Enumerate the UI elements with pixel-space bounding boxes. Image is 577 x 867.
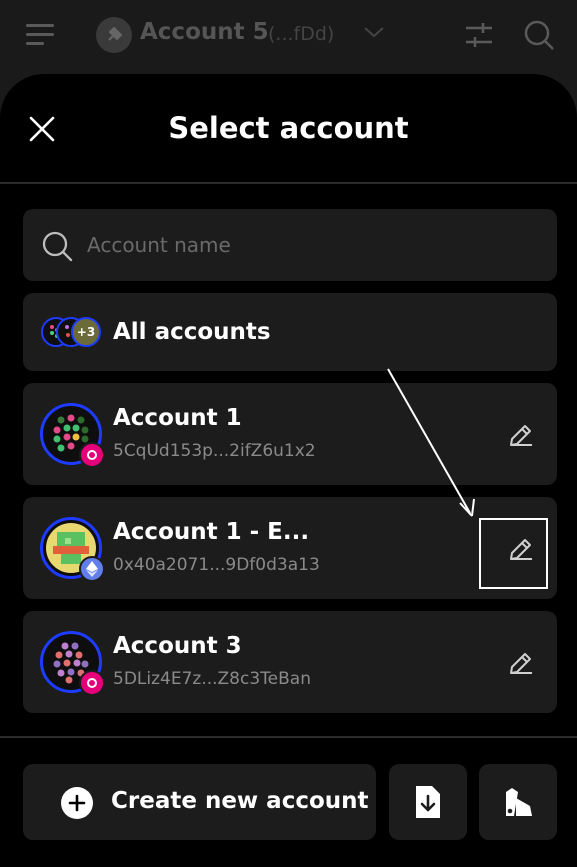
search-icon: [42, 231, 74, 267]
account-avatar: [40, 403, 105, 468]
plug-icon[interactable]: [96, 17, 132, 53]
search-icon[interactable]: [522, 18, 556, 56]
account-name: Account 1: [113, 405, 242, 431]
file-import-icon: [412, 784, 444, 824]
sheet-title: Select account: [168, 111, 409, 145]
account-row[interactable]: Account 1 - E... 0x40a2071...9Df0d3a13: [23, 497, 557, 599]
account-avatar: [40, 631, 105, 696]
polkadot-icon: [79, 442, 105, 468]
header-account-address: (...fDd): [268, 23, 335, 45]
stacked-avatars: +3: [41, 317, 103, 347]
pencil-icon[interactable]: [507, 421, 535, 449]
sliders-icon[interactable]: [464, 20, 494, 54]
header-divider: [0, 182, 577, 184]
create-account-button[interactable]: Create new account: [23, 764, 376, 840]
polkadot-icon: [79, 670, 105, 696]
account-row[interactable]: Account 1 5CqUd153p...2ifZ6u1x2: [23, 383, 557, 485]
account-search-field[interactable]: [23, 209, 557, 281]
account-address: 5CqUd153p...2ifZ6u1x2: [113, 441, 316, 461]
header-account-name[interactable]: Account 5: [140, 19, 269, 45]
attach-account-button[interactable]: [479, 764, 557, 840]
ethereum-icon: [79, 556, 105, 582]
account-search-input[interactable]: [87, 227, 527, 263]
all-accounts-row[interactable]: +3 All accounts: [23, 293, 557, 371]
menu-icon[interactable]: [26, 24, 56, 46]
footer-divider: [0, 736, 577, 738]
pencil-icon[interactable]: [507, 535, 535, 563]
select-account-sheet: Select account +3 All accounts: [0, 74, 577, 867]
app-header: Account 5 (...fDd): [0, 0, 577, 80]
account-name: Account 3: [113, 633, 242, 659]
all-accounts-label: All accounts: [113, 319, 271, 345]
swatch-icon: [502, 784, 538, 824]
account-avatar: [40, 517, 105, 582]
create-account-label: Create new account: [111, 788, 369, 814]
chevron-down-icon[interactable]: [362, 24, 386, 44]
more-accounts-badge: +3: [71, 317, 101, 347]
account-row[interactable]: Account 3 5DLiz4E7z...Z8c3TeBan: [23, 611, 557, 713]
import-account-button[interactable]: [389, 764, 467, 840]
plus-circle-icon: [61, 787, 93, 819]
account-address: 5DLiz4E7z...Z8c3TeBan: [113, 669, 311, 689]
account-name: Account 1 - E...: [113, 519, 310, 545]
pencil-icon[interactable]: [507, 649, 535, 677]
account-address: 0x40a2071...9Df0d3a13: [113, 555, 320, 575]
